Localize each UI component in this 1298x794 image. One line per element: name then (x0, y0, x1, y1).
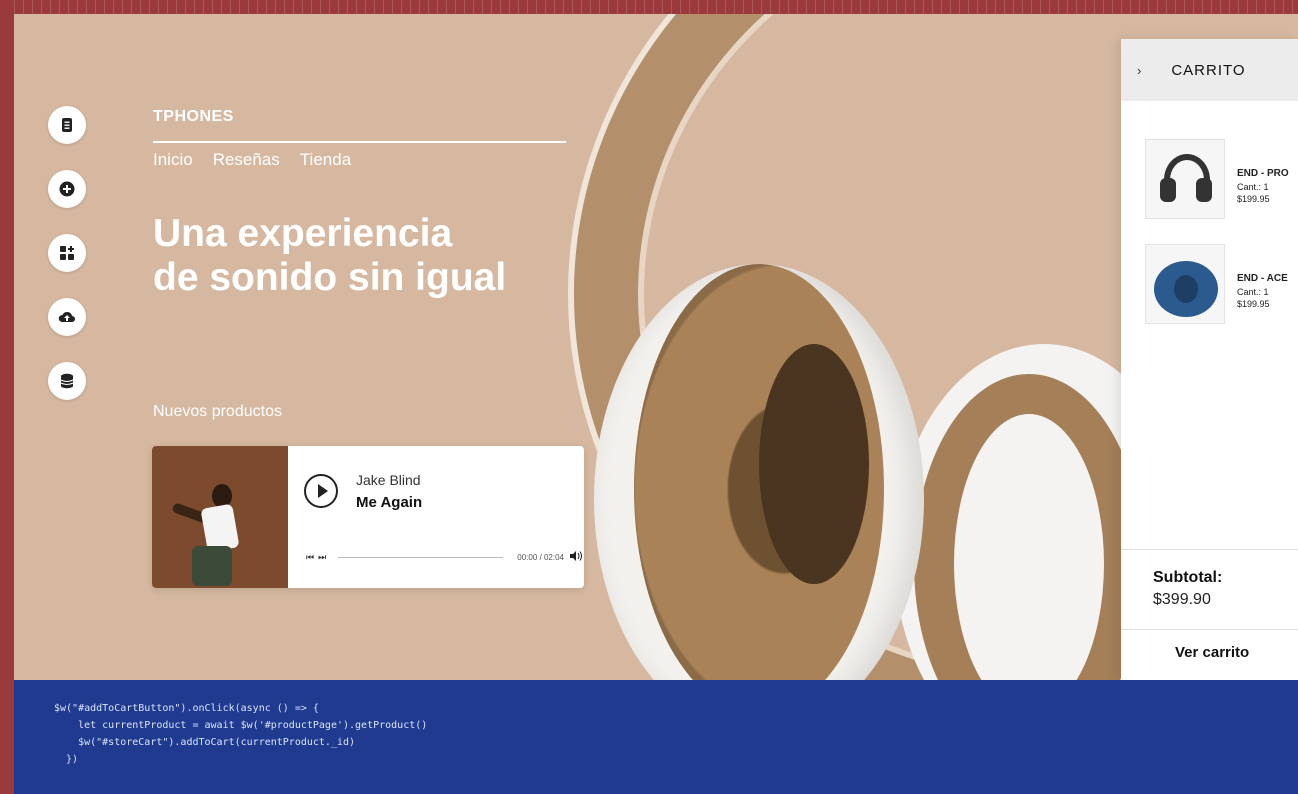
nav-item-inicio[interactable]: Inicio (153, 150, 193, 170)
cloud-upload-icon[interactable] (48, 298, 86, 336)
add-circle-icon[interactable] (48, 170, 86, 208)
album-art-image (152, 446, 288, 588)
cart-item-info: END - ACE Cant.: 1 $199.95 (1237, 272, 1288, 310)
brand-logo[interactable]: TPHONES (153, 108, 234, 126)
divider (1121, 549, 1298, 550)
hero-line-1: Una experiencia (153, 212, 453, 255)
database-icon[interactable] (48, 362, 86, 400)
cart-item-price: $199.95 (1237, 193, 1270, 204)
subtotal-label: Subtotal: (1153, 569, 1223, 586)
music-player: Jake Blind Me Again ⏮ ⏭ 00:00 / 02:04 (152, 446, 584, 588)
cart-item-qty: Cant.: 1 (1237, 286, 1269, 297)
time-readout: 00:00 / 02:04 (517, 552, 564, 562)
editor-icon-rail (48, 106, 88, 400)
code-line-3: $w("#storeCart").addToCart(currentProduc… (54, 737, 356, 748)
code-line-4: }) (54, 754, 79, 765)
hero-heading: Una experiencia de sonido sin igual (153, 212, 593, 299)
view-cart-button[interactable]: Ver carrito (1175, 644, 1249, 661)
volume-icon[interactable] (570, 551, 582, 563)
subtotal-value: $399.90 (1153, 591, 1211, 608)
main-nav: Inicio Reseñas Tienda (153, 150, 351, 170)
nav-item-tienda[interactable]: Tienda (300, 150, 351, 170)
nav-item-resenas[interactable]: Reseñas (213, 150, 280, 170)
cart-panel: › CARRITO END - PRO Cant.: 1 $199.95 END… (1121, 39, 1298, 680)
black-headphones-thumb (1145, 139, 1225, 219)
add-apps-icon[interactable] (48, 234, 86, 272)
previous-track-button[interactable]: ⏮ (306, 552, 314, 563)
track-title: Me Again (356, 494, 423, 511)
cart-item-name: END - ACE (1237, 273, 1288, 284)
headphone-inner-image (759, 344, 869, 584)
nav-divider (153, 141, 566, 143)
cart-item-info: END - PRO Cant.: 1 $199.95 (1237, 167, 1289, 205)
cart-title: CARRITO (1171, 61, 1246, 79)
transport-controls: ⏮ ⏭ 00:00 / 02:04 (306, 550, 582, 564)
cart-item-name: END - PRO (1237, 168, 1289, 179)
cart-item[interactable]: END - ACE Cant.: 1 $199.95 (1145, 244, 1298, 326)
section-title: Nuevos productos (153, 403, 282, 420)
cart-item-price: $199.95 (1237, 298, 1270, 309)
artist-name: Jake Blind (356, 472, 421, 488)
cart-item-qty: Cant.: 1 (1237, 181, 1269, 192)
next-track-button[interactable]: ⏭ (318, 552, 326, 563)
document-icon[interactable] (48, 106, 86, 144)
progress-slider[interactable] (338, 556, 504, 558)
chevron-right-icon[interactable]: › (1137, 63, 1141, 78)
blue-headphones-thumb (1145, 244, 1225, 324)
code-line-1: $w("#addToCartButton").onClick(async () … (54, 703, 319, 714)
code-snippet: $w("#addToCartButton").onClick(async () … (14, 680, 1298, 794)
hero-line-2: de sonido sin igual (153, 255, 507, 299)
code-line-2: let currentProduct = await $w('#productP… (54, 720, 428, 731)
player-controls-area: Jake Blind Me Again ⏮ ⏭ 00:00 / 02:04 (288, 446, 584, 588)
cart-item[interactable]: END - PRO Cant.: 1 $199.95 (1145, 139, 1298, 221)
cart-header: › CARRITO (1121, 39, 1298, 101)
divider (1121, 629, 1298, 630)
play-button[interactable] (304, 474, 338, 508)
